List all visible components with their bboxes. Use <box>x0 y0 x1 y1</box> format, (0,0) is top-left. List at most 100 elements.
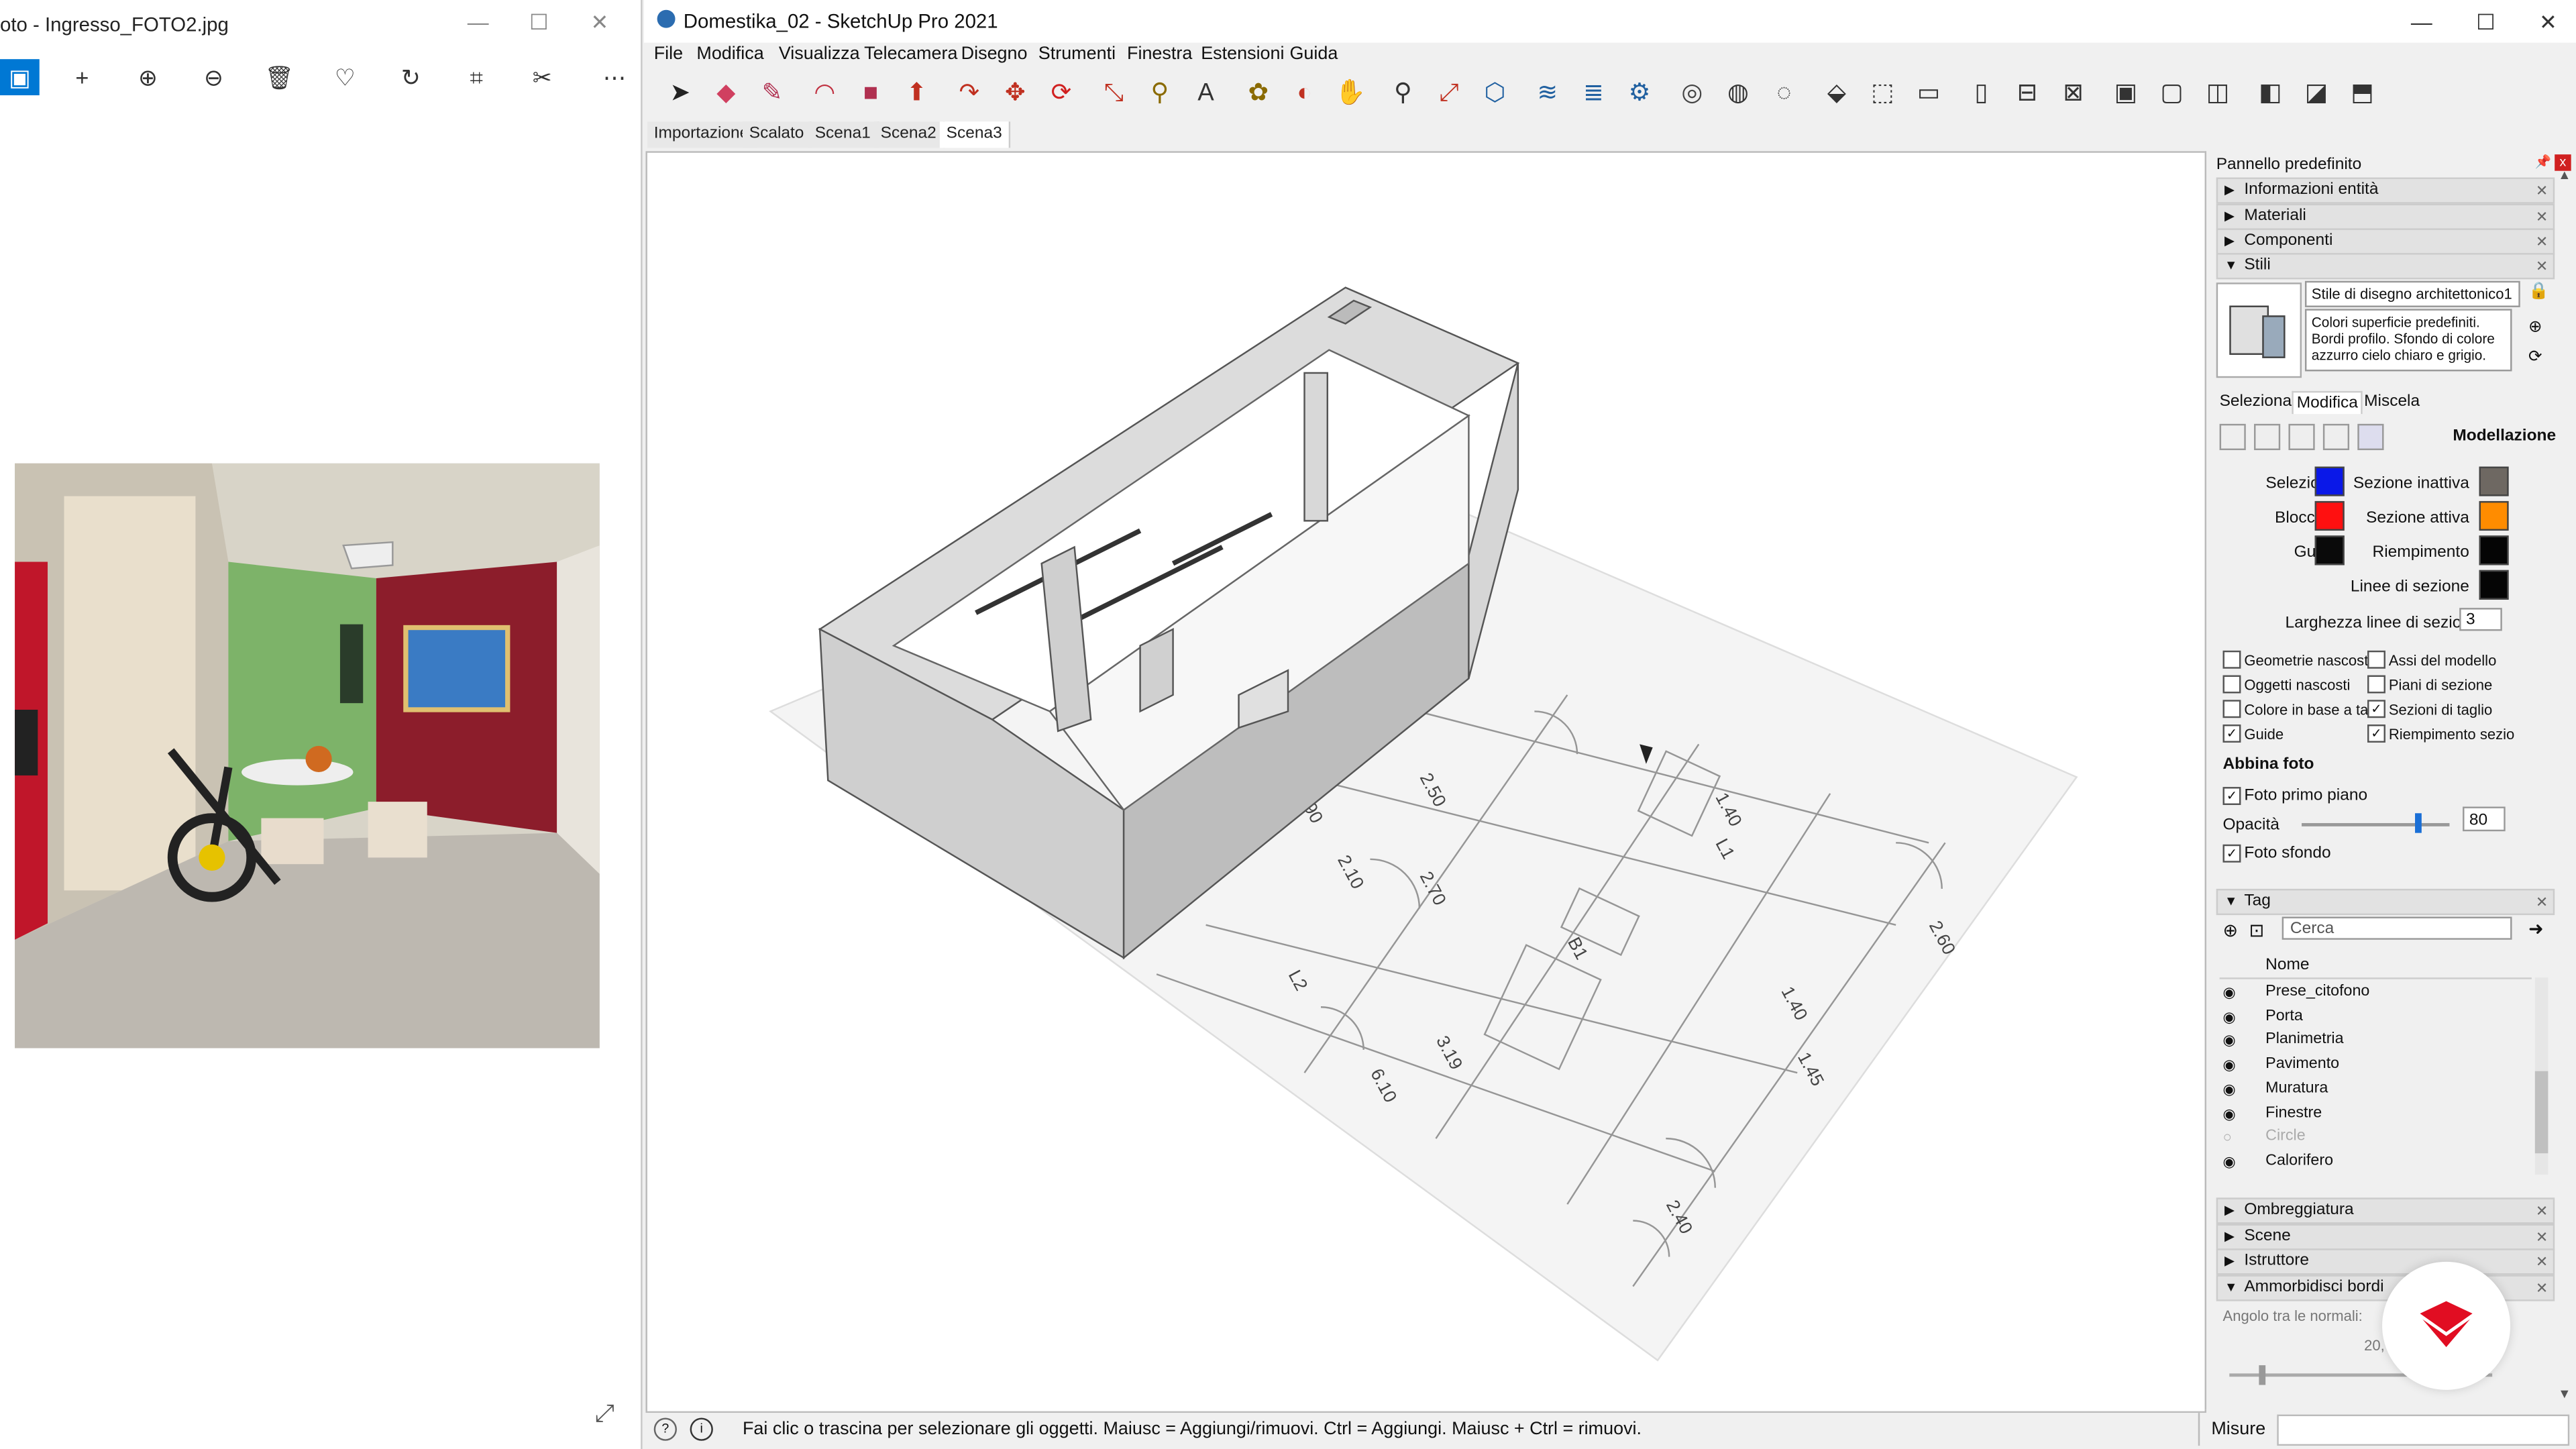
section-ombreggiatura[interactable]: ▶ Ombreggiatura ✕ <box>2216 1197 2555 1224</box>
menu-visualizza[interactable]: Visualizza <box>779 44 860 64</box>
pencil-icon[interactable]: ✎ <box>756 77 789 110</box>
scene-tab-scena2[interactable]: Scena2 <box>873 121 945 148</box>
scene-tab-importazione[interactable]: Importazione <box>647 121 757 148</box>
tab-seleziona[interactable]: Seleziona <box>2216 391 2295 413</box>
tab-miscela[interactable]: Miscela <box>2361 391 2423 413</box>
model-viewport[interactable]: 2.501.401.402.902.702.103.196.102.401.45… <box>645 151 2207 1413</box>
layers-icon[interactable]: ≣ <box>1577 77 1610 110</box>
eye-icon[interactable]: ◉ <box>2222 1053 2245 1076</box>
save-style-icon[interactable]: 🔒 <box>2528 282 2548 301</box>
checkbox[interactable]: ✓ <box>2367 700 2385 718</box>
color-swatch[interactable] <box>2314 466 2345 496</box>
color-swatch[interactable] <box>2479 570 2509 600</box>
menu-modifica[interactable]: Modifica <box>696 44 763 64</box>
move-icon[interactable]: ✥ <box>999 77 1032 110</box>
menu-file[interactable]: File <box>654 44 683 64</box>
info-icon[interactable]: i <box>690 1417 713 1441</box>
account-icon[interactable]: ◎ <box>1676 77 1709 110</box>
tag-scrollbar-thumb[interactable] <box>2534 1071 2548 1154</box>
style-hidden-icon[interactable]: ◫ <box>2202 77 2235 110</box>
opacity-input[interactable]: 80 <box>2463 806 2506 832</box>
view-right-icon[interactable]: ▯ <box>1965 77 1998 110</box>
create-style-icon[interactable]: ⊕ <box>2528 319 2542 337</box>
tab-modifica[interactable]: Modifica <box>2292 390 2363 415</box>
geolocation-icon[interactable]: ? <box>653 1417 677 1441</box>
tape-icon[interactable]: ⚲ <box>1144 77 1177 110</box>
paint-icon[interactable]: ✿ <box>1242 77 1275 110</box>
minimize-icon[interactable]: — <box>2397 7 2446 40</box>
checkbox[interactable]: ✓ <box>2222 787 2241 806</box>
rotate-icon[interactable]: ⟳ <box>1045 77 1078 110</box>
style-name-input[interactable]: Stile di disegno architettonico1 <box>2304 280 2520 307</box>
checkbox[interactable] <box>2367 650 2385 669</box>
shape-icon[interactable]: ■ <box>854 77 887 110</box>
close-icon[interactable]: ✕ <box>2536 1277 2548 1299</box>
color-swatch[interactable] <box>2479 500 2509 531</box>
opacity-slider-thumb[interactable] <box>2415 813 2422 833</box>
color-swatch[interactable] <box>2479 466 2509 496</box>
checkbox[interactable]: ✓ <box>2367 724 2385 743</box>
eye-icon[interactable]: ◉ <box>2222 1077 2245 1100</box>
checkbox[interactable]: ✓ <box>2222 844 2241 863</box>
settings-icon[interactable]: ⚙ <box>1623 77 1656 110</box>
color-swatch[interactable] <box>2314 535 2345 566</box>
section-icon[interactable]: ⊟ <box>2011 77 2044 110</box>
section-stili[interactable]: ▼ Stili ✕ <box>2216 253 2555 280</box>
zoom-icon[interactable]: ⚲ <box>1387 77 1419 110</box>
rotate-icon[interactable]: ↻ <box>391 59 431 95</box>
section-fill-icon[interactable]: ⊠ <box>2057 77 2090 110</box>
menu-guida[interactable]: Guida <box>1289 44 1338 64</box>
tag-search-input[interactable]: Cerca <box>2282 916 2512 940</box>
measurements-input[interactable] <box>2277 1414 2570 1446</box>
extension-icon[interactable]: ≋ <box>1531 77 1564 110</box>
view-front-icon[interactable]: ▭ <box>1913 77 1945 110</box>
crop-icon[interactable]: ⌗ <box>457 59 496 95</box>
view-iso-icon[interactable]: ⬙ <box>1820 77 1853 110</box>
scale-icon[interactable]: ⤡ <box>1097 77 1130 110</box>
style-xray-icon[interactable]: ▣ <box>2110 77 2143 110</box>
edge-settings-icon[interactable] <box>2219 423 2246 451</box>
sandbox-icon[interactable]: ◌ <box>1768 77 1801 110</box>
tag-details-icon[interactable]: ➜ <box>2528 918 2544 939</box>
close-icon[interactable]: ✕ <box>2536 205 2548 227</box>
push-pull-icon[interactable]: ⬆ <box>900 77 933 110</box>
checkbox[interactable] <box>2222 650 2241 669</box>
close-icon[interactable]: ✕ <box>2536 230 2548 253</box>
section-informazioni-entit-[interactable]: ▶ Informazioni entità ✕ <box>2216 177 2555 204</box>
close-icon[interactable]: ✕ <box>2536 890 2548 913</box>
solid-icon[interactable]: ◍ <box>1722 77 1755 110</box>
add-folder-icon[interactable]: ⊡ <box>2249 920 2265 941</box>
section-componenti[interactable]: ▶ Componenti ✕ <box>2216 228 2555 255</box>
favorite-icon[interactable]: ♡ <box>325 59 365 95</box>
scene-tab-scena3[interactable]: Scena3 <box>939 121 1010 148</box>
scene-tab-scalato[interactable]: Scalato <box>742 121 812 148</box>
zoom-in-icon[interactable]: ⊕ <box>128 59 168 95</box>
close-icon[interactable]: ✕ <box>2536 1225 2548 1248</box>
tray-scroll-up-icon[interactable]: ▲ <box>2558 168 2571 182</box>
section-width-input[interactable]: 3 <box>2459 608 2502 631</box>
maximize-icon[interactable]: ☐ <box>515 7 564 40</box>
menu-disegno[interactable]: Disegno <box>961 44 1028 64</box>
close-icon[interactable]: ✕ <box>2536 1199 2548 1222</box>
update-style-icon[interactable]: ⟳ <box>2528 348 2542 366</box>
eye-icon[interactable]: ◉ <box>2222 1029 2245 1052</box>
checkbox[interactable] <box>2222 675 2241 694</box>
zoom-extents-icon[interactable]: ⤢ <box>1433 77 1466 110</box>
add-tag-icon[interactable]: ⊕ <box>2222 920 2238 941</box>
section-materiali[interactable]: ▶ Materiali ✕ <box>2216 203 2555 229</box>
view-top-icon[interactable]: ⬚ <box>1866 77 1899 110</box>
close-icon[interactable]: ✕ <box>2524 7 2573 40</box>
view-icon[interactable]: ▣ <box>0 59 40 96</box>
edit-icon[interactable]: ✂ <box>523 59 562 95</box>
delete-icon[interactable]: 🗑 <box>260 59 299 95</box>
face-settings-icon[interactable] <box>2254 423 2281 451</box>
pan-icon[interactable]: ✋ <box>1334 77 1367 110</box>
style-mono-icon[interactable]: ⬒ <box>2346 77 2379 110</box>
close-icon[interactable]: ✕ <box>2536 1250 2548 1273</box>
add-icon[interactable]: + <box>62 59 102 95</box>
menu-estensioni[interactable]: Estensioni <box>1201 44 1284 64</box>
more-icon[interactable]: ⋯ <box>595 59 635 95</box>
checkbox[interactable] <box>2222 700 2241 718</box>
text-icon[interactable]: A <box>1189 77 1222 110</box>
pin-icon[interactable]: 📌 <box>2535 154 2551 169</box>
